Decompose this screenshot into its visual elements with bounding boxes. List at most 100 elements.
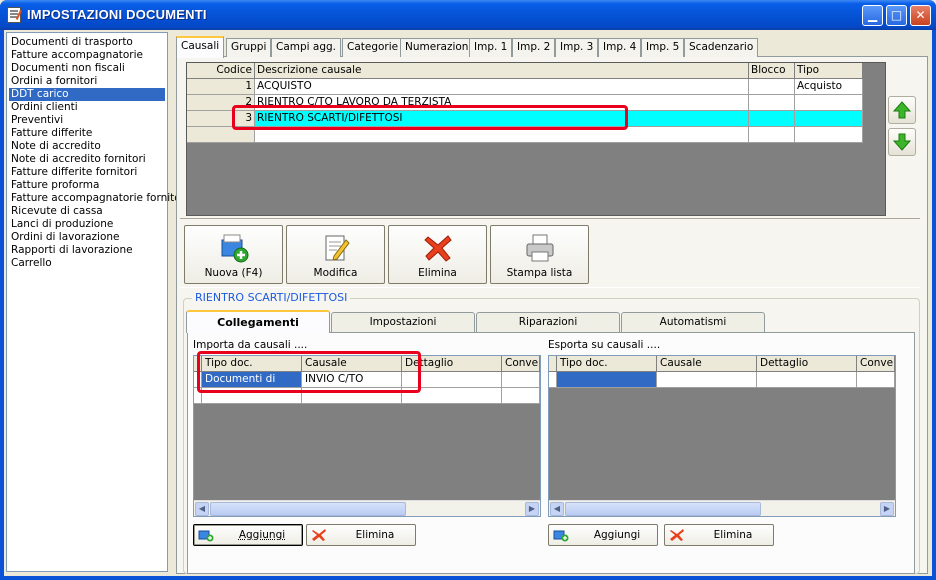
- scroll-thumb[interactable]: [565, 502, 761, 516]
- edit-button[interactable]: Modifica: [286, 225, 385, 284]
- list-item[interactable]: Note di accredito: [9, 140, 165, 153]
- new-button[interactable]: Nuova (F4): [184, 225, 283, 284]
- cell-tipo[interactable]: [795, 111, 863, 127]
- add-icon: [553, 530, 569, 542]
- tab-imp-1[interactable]: Imp. 1: [469, 38, 513, 57]
- new-button-label: Nuova (F4): [204, 267, 263, 279]
- print-list-button-label: Stampa lista: [506, 267, 573, 279]
- cell-tipo[interactable]: [795, 127, 863, 143]
- tab-causali[interactable]: Causali: [176, 36, 225, 58]
- export-add-label: Aggiungi: [593, 529, 641, 541]
- export-horizontal-scrollbar[interactable]: ◀ ▶: [549, 500, 895, 516]
- scroll-left-button[interactable]: ◀: [195, 502, 209, 516]
- edit-button-label: Modifica: [313, 267, 358, 279]
- cell-codice[interactable]: 1: [187, 79, 255, 95]
- delete-x-icon: [312, 529, 326, 541]
- tab-scadenzario[interactable]: Scadenzario: [684, 38, 759, 57]
- tab-automatismi[interactable]: Automatismi: [621, 312, 765, 332]
- list-item[interactable]: Lanci di produzione: [9, 218, 165, 231]
- scroll-left-button[interactable]: ◀: [550, 502, 564, 516]
- column-header-conversione[interactable]: Conversi: [857, 356, 895, 372]
- cell-conversione[interactable]: [857, 372, 895, 388]
- list-item[interactable]: Note di accredito fornitori: [9, 153, 165, 166]
- import-add-button[interactable]: Aggiungi: [193, 524, 303, 546]
- cell-blocco[interactable]: [749, 79, 795, 95]
- column-header-tipo[interactable]: Tipo: [795, 63, 863, 79]
- list-item[interactable]: Documenti non fiscali: [9, 62, 165, 75]
- scroll-right-button[interactable]: ▶: [525, 502, 539, 516]
- row-header: [549, 356, 557, 372]
- import-delete-label: Elimina: [355, 529, 395, 541]
- scroll-right-button[interactable]: ▶: [880, 502, 894, 516]
- list-item[interactable]: Fatture accompagnatorie: [9, 49, 165, 62]
- document-settings-icon: [7, 7, 21, 23]
- list-item[interactable]: Fatture differite fornitori: [9, 166, 165, 179]
- tab-gruppi[interactable]: Gruppi: [226, 38, 272, 57]
- tab-categorie[interactable]: Categorie: [342, 38, 404, 57]
- column-header-blocco[interactable]: Blocco: [749, 63, 795, 79]
- close-button[interactable]: ✕: [910, 5, 931, 26]
- list-item[interactable]: Ordini di lavorazione: [9, 231, 165, 244]
- tab-campi-agg[interactable]: Campi agg.: [271, 38, 342, 57]
- print-list-button[interactable]: Stampa lista: [490, 225, 589, 284]
- tab-riparazioni[interactable]: Riparazioni: [476, 312, 620, 332]
- cell-blocco[interactable]: [749, 127, 795, 143]
- list-item[interactable]: Preventivi: [9, 114, 165, 127]
- cell-dettaglio[interactable]: [757, 372, 857, 388]
- tab-collegamenti[interactable]: Collegamenti: [186, 310, 330, 333]
- cell-tipo[interactable]: [795, 95, 863, 111]
- cell-empty[interactable]: [502, 388, 540, 404]
- move-up-button[interactable]: [888, 96, 916, 124]
- export-add-button[interactable]: Aggiungi: [548, 524, 658, 546]
- list-item[interactable]: Ricevute di cassa: [9, 205, 165, 218]
- add-icon: [198, 530, 214, 542]
- list-item[interactable]: Ordini clienti: [9, 101, 165, 114]
- scroll-thumb[interactable]: [210, 502, 406, 516]
- causali-grid[interactable]: Codice Descrizione causale Blocco Tipo 1…: [186, 62, 886, 216]
- import-horizontal-scrollbar[interactable]: ◀ ▶: [194, 500, 540, 516]
- tab-impostazioni[interactable]: Impostazioni: [331, 312, 475, 332]
- column-header-causale[interactable]: Causale: [657, 356, 757, 372]
- column-header-conversione[interactable]: Conversi: [502, 356, 540, 372]
- import-delete-button[interactable]: Elimina: [306, 524, 416, 546]
- tab-imp-2[interactable]: Imp. 2: [512, 38, 556, 57]
- tab-numerazioni[interactable]: Numerazioni: [400, 38, 477, 57]
- delete-button[interactable]: Elimina: [388, 225, 487, 284]
- client-area: Documenti di trasporto Fatture accompagn…: [4, 30, 932, 576]
- column-header-descrizione[interactable]: Descrizione causale: [255, 63, 749, 79]
- tab-imp-3[interactable]: Imp. 3: [555, 38, 599, 57]
- list-item[interactable]: Ordini a fornitori: [9, 75, 165, 88]
- list-item[interactable]: Fatture proforma: [9, 179, 165, 192]
- column-header-dettaglio[interactable]: Dettaglio: [757, 356, 857, 372]
- cell-tipo[interactable]: Acquisto: [795, 79, 863, 95]
- list-item-selected[interactable]: DDT carico: [9, 88, 165, 101]
- document-type-list[interactable]: Documenti di trasporto Fatture accompagn…: [6, 32, 188, 572]
- list-item[interactable]: Rapporti di lavorazione: [9, 244, 165, 257]
- column-header-codice[interactable]: Codice: [187, 63, 255, 79]
- annotation-highlight: [197, 351, 421, 393]
- list-item[interactable]: Documenti di trasporto: [9, 36, 165, 49]
- cell-tipo-doc[interactable]: [557, 372, 657, 388]
- maximize-button[interactable]: □: [886, 5, 907, 26]
- delete-x-icon: [670, 529, 684, 541]
- cell-causale[interactable]: [657, 372, 757, 388]
- export-delete-button[interactable]: Elimina: [664, 524, 774, 546]
- cell-blocco[interactable]: [749, 95, 795, 111]
- column-header-tipo-doc[interactable]: Tipo doc.: [557, 356, 657, 372]
- move-down-button[interactable]: [888, 128, 916, 156]
- cell-descrizione[interactable]: ACQUISTO: [255, 79, 749, 95]
- list-item[interactable]: Fatture accompagnatorie fornitori: [9, 192, 188, 205]
- cell-conversione[interactable]: [502, 372, 540, 388]
- import-add-label: Aggiungi: [238, 529, 286, 541]
- list-item[interactable]: Carrello: [9, 257, 165, 270]
- list-item[interactable]: Fatture differite: [9, 127, 165, 140]
- tab-imp-5[interactable]: Imp. 5: [641, 38, 685, 57]
- arrow-down-icon: [893, 133, 911, 151]
- cell-blocco[interactable]: [749, 111, 795, 127]
- app-window: IMPOSTAZIONI DOCUMENTI ▁ □ ✕ Documenti d…: [0, 0, 936, 580]
- edit-pencil-icon: [325, 235, 350, 261]
- tab-imp-4[interactable]: Imp. 4: [598, 38, 642, 57]
- export-grid[interactable]: Tipo doc. Causale Dettaglio Conversi ◀ ▶: [548, 355, 896, 517]
- new-document-icon: [221, 234, 249, 263]
- minimize-button[interactable]: ▁: [862, 5, 883, 26]
